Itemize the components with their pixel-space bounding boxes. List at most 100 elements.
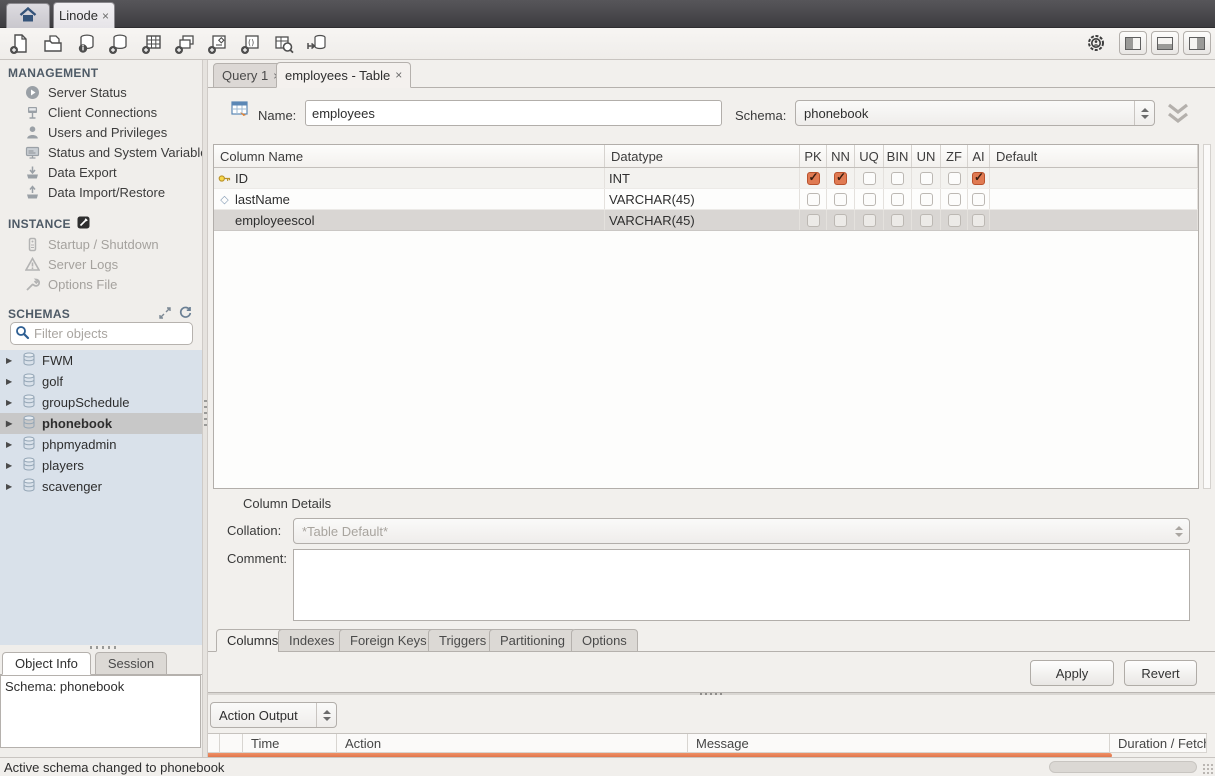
ai-checkbox[interactable] — [972, 172, 985, 185]
schema-item-players[interactable]: ▶ players — [0, 455, 202, 476]
col-header-datatype[interactable]: Datatype — [605, 145, 800, 167]
grid-scrollbar[interactable] — [1203, 144, 1211, 489]
toggle-left-panel-button[interactable] — [1119, 31, 1147, 55]
tab-session[interactable]: Session — [95, 652, 167, 675]
schema-item-fwm[interactable]: ▶ FWM — [0, 350, 202, 371]
sidebar-item-server-status[interactable]: Server Status — [0, 82, 202, 102]
table-row[interactable]: ◇lastName VARCHAR(45) — [214, 189, 1198, 210]
col-header-uq[interactable]: UQ — [855, 145, 884, 167]
ai-checkbox[interactable] — [972, 214, 985, 227]
un-checkbox[interactable] — [920, 172, 933, 185]
open-sql-script-icon[interactable] — [40, 31, 66, 57]
uq-checkbox[interactable] — [863, 172, 876, 185]
expand-arrow-icon[interactable]: ▶ — [6, 398, 16, 407]
spinner-icon[interactable] — [1134, 101, 1154, 125]
comment-textarea[interactable] — [293, 549, 1190, 621]
expand-arrow-icon[interactable]: ▶ — [6, 356, 16, 365]
schema-item-golf[interactable]: ▶ golf — [0, 371, 202, 392]
sidebar-splitter-handle[interactable] — [90, 646, 116, 649]
uq-checkbox[interactable] — [863, 193, 876, 206]
col-header-name[interactable]: Column Name — [214, 145, 605, 167]
revert-button[interactable]: Revert — [1124, 660, 1197, 686]
col-header-default[interactable]: Default — [990, 145, 1198, 167]
output-selector[interactable]: Action Output — [210, 702, 337, 728]
inspect-database-icon[interactable] — [73, 31, 99, 57]
spinner-icon[interactable] — [316, 703, 336, 727]
sidebar-item-startup-shutdown[interactable]: Startup / Shutdown — [0, 234, 202, 254]
schema-filter-box[interactable] — [10, 322, 193, 345]
sidebar-item-system-variables[interactable]: Status and System Variables — [0, 142, 202, 162]
expand-arrow-icon[interactable]: ▶ — [6, 440, 16, 449]
search-table-data-icon[interactable] — [271, 31, 297, 57]
col-header-pk[interactable]: PK — [800, 145, 827, 167]
out-col-message[interactable]: Message — [688, 734, 1110, 752]
spinner-icon[interactable] — [1169, 519, 1189, 543]
bin-checkbox[interactable] — [891, 214, 904, 227]
zf-checkbox[interactable] — [948, 193, 961, 206]
un-checkbox[interactable] — [920, 193, 933, 206]
expand-editor-chevron-icon[interactable] — [1163, 102, 1195, 126]
un-checkbox[interactable] — [920, 214, 933, 227]
col-header-nn[interactable]: NN — [827, 145, 855, 167]
out-col-time[interactable]: Time — [243, 734, 337, 752]
sidebar-item-data-import[interactable]: Data Import/Restore — [0, 182, 202, 202]
reconnect-dbms-icon[interactable] — [304, 31, 330, 57]
toggle-right-panel-button[interactable] — [1183, 31, 1211, 55]
schema-item-scavenger[interactable]: ▶ scavenger — [0, 476, 202, 497]
schema-item-groupschedule[interactable]: ▶ groupSchedule — [0, 392, 202, 413]
table-row-selected[interactable]: employeescol VARCHAR(45) — [214, 210, 1198, 231]
ai-checkbox[interactable] — [972, 193, 985, 206]
toggle-bottom-panel-button[interactable] — [1151, 31, 1179, 55]
out-col-action[interactable]: Action — [337, 734, 688, 752]
table-name-input[interactable] — [305, 100, 722, 126]
create-view-icon[interactable] — [172, 31, 198, 57]
new-sql-tab-icon[interactable] — [7, 31, 33, 57]
connection-tab-linode[interactable]: Linode × — [53, 2, 115, 28]
zf-checkbox[interactable] — [948, 172, 961, 185]
sidebar-item-data-export[interactable]: Data Export — [0, 162, 202, 182]
tab-triggers[interactable]: Triggers — [428, 629, 497, 652]
tab-partitioning[interactable]: Partitioning — [489, 629, 576, 652]
close-icon[interactable]: × — [102, 9, 109, 23]
bin-checkbox[interactable] — [891, 172, 904, 185]
tab-employees-table[interactable]: employees - Table × — [276, 62, 411, 88]
sidebar-item-options-file[interactable]: Options File — [0, 274, 202, 294]
collation-select[interactable]: *Table Default* — [293, 518, 1190, 544]
tab-object-info[interactable]: Object Info — [2, 652, 91, 675]
pk-checkbox[interactable] — [807, 214, 820, 227]
status-gear-icon[interactable] — [1085, 32, 1107, 54]
col-header-bin[interactable]: BIN — [884, 145, 912, 167]
resize-grip[interactable] — [1202, 763, 1213, 774]
tab-foreign-keys[interactable]: Foreign Keys — [339, 629, 438, 652]
create-stored-procedure-icon[interactable] — [205, 31, 231, 57]
expand-arrow-icon[interactable]: ▶ — [6, 461, 16, 470]
tab-indexes[interactable]: Indexes — [278, 629, 346, 652]
expand-arrow-icon[interactable]: ▶ — [6, 419, 16, 428]
create-function-icon[interactable]: () — [238, 31, 264, 57]
create-table-icon[interactable] — [139, 31, 165, 57]
bin-checkbox[interactable] — [891, 193, 904, 206]
create-schema-icon[interactable] — [106, 31, 132, 57]
schema-item-phonebook[interactable]: ▶ phonebook — [0, 413, 202, 434]
home-tab[interactable] — [6, 3, 50, 28]
sidebar-item-server-logs[interactable]: Server Logs — [0, 254, 202, 274]
schema-select[interactable]: phonebook — [795, 100, 1155, 126]
apply-button[interactable]: Apply — [1030, 660, 1114, 686]
zf-checkbox[interactable] — [948, 214, 961, 227]
col-header-zf[interactable]: ZF — [941, 145, 968, 167]
col-header-un[interactable]: UN — [912, 145, 941, 167]
refresh-schemas-icon[interactable] — [179, 306, 192, 322]
expand-arrow-icon[interactable]: ▶ — [6, 377, 16, 386]
expand-panel-icon[interactable] — [159, 307, 171, 322]
nn-checkbox[interactable] — [834, 214, 847, 227]
nn-checkbox[interactable] — [834, 193, 847, 206]
table-row[interactable]: ID INT — [214, 168, 1198, 189]
schema-filter-input[interactable] — [34, 326, 210, 341]
schema-item-phpmyadmin[interactable]: ▶ phpmyadmin — [0, 434, 202, 455]
pk-checkbox[interactable] — [807, 172, 820, 185]
expand-arrow-icon[interactable]: ▶ — [6, 482, 16, 491]
pk-checkbox[interactable] — [807, 193, 820, 206]
close-icon[interactable]: × — [395, 68, 402, 82]
out-col-duration[interactable]: Duration / Fetch — [1110, 734, 1207, 752]
sidebar-item-users-privileges[interactable]: Users and Privileges — [0, 122, 202, 142]
